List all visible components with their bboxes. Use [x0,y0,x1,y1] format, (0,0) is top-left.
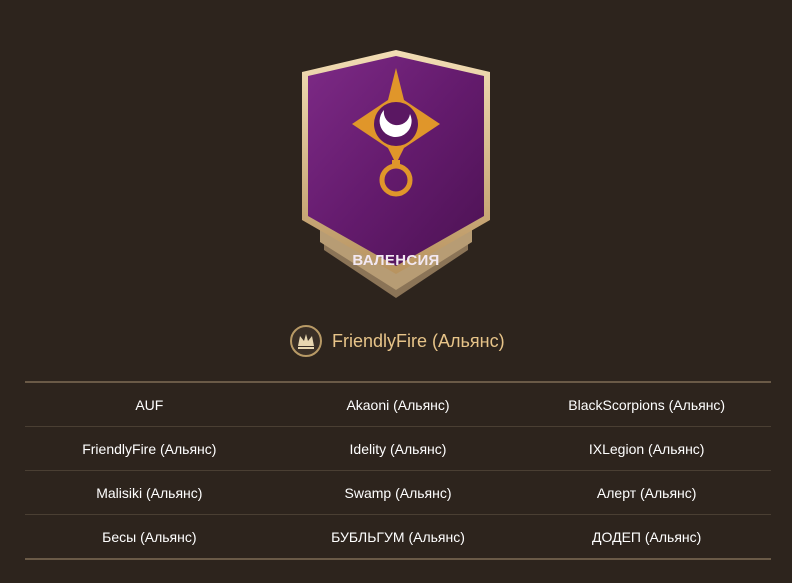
alliance-table: AUF Akaoni (Альянс) BlackScorpions (Алья… [25,381,771,560]
alliance-cell[interactable]: БУБЛЬГУМ (Альянс) [274,529,523,545]
alliance-cell[interactable]: Swamp (Альянс) [274,485,523,501]
alliance-cell[interactable]: ДОДЕП (Альянс) [522,529,771,545]
table-row: Бесы (Альянс) БУБЛЬГУМ (Альянс) ДОДЕП (А… [25,515,771,560]
crown-emblem-icon [290,325,322,357]
region-emblem: ВАЛЕНСИЯ [290,44,502,300]
alliance-cell[interactable]: Бесы (Альянс) [25,529,274,545]
alliance-cell[interactable]: IXLegion (Альянс) [522,441,771,457]
alliance-cell[interactable]: FriendlyFire (Альянс) [25,441,274,457]
region-owner[interactable]: FriendlyFire (Альянс) [290,324,505,358]
alliance-cell[interactable]: Malisiki (Альянс) [25,485,274,501]
alliance-cell[interactable]: Akaoni (Альянс) [274,397,523,413]
table-row: AUF Akaoni (Альянс) BlackScorpions (Алья… [25,383,771,427]
alliance-cell[interactable]: AUF [25,397,274,413]
owner-alliance-name[interactable]: FriendlyFire (Альянс) [332,331,505,352]
table-row: FriendlyFire (Альянс) Idelity (Альянс) I… [25,427,771,471]
alliance-cell[interactable]: Алерт (Альянс) [522,485,771,501]
region-name: ВАЛЕНСИЯ [352,252,440,269]
table-row: Malisiki (Альянс) Swamp (Альянс) Алерт (… [25,471,771,515]
alliance-cell[interactable]: Idelity (Альянс) [274,441,523,457]
alliance-cell[interactable]: BlackScorpions (Альянс) [522,397,771,413]
